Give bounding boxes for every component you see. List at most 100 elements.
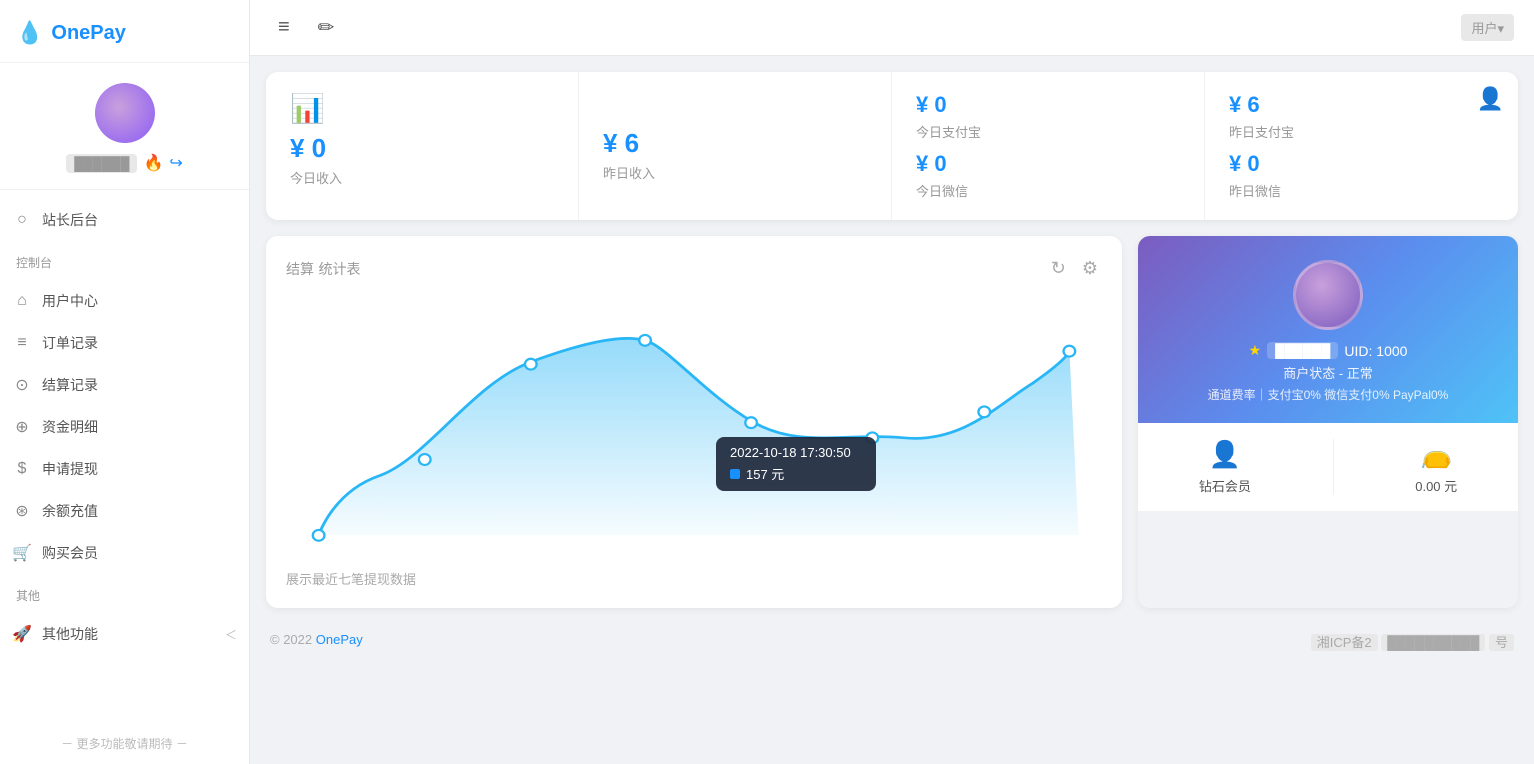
star-icon: ★ <box>1249 342 1262 359</box>
chart-bar-icon: 📊 <box>290 92 554 125</box>
vip-icon: 🛒 <box>12 543 32 563</box>
nav-user-center-label: 用户中心 <box>42 291 98 311</box>
topbar: ≡ ✏ 用户▾ <box>250 0 1534 56</box>
stat-yesterday-channels: 👤 ¥ 6 昨日支付宝 ¥ 0 昨日微信 <box>1205 72 1518 220</box>
chart-section: 结算 统计表 ↻ ⚙ <box>266 236 1518 608</box>
withdraw-icon: $ <box>12 460 32 478</box>
nav-vip-label: 购买会员 <box>42 543 98 563</box>
sidebar-item-recharge[interactable]: ⊛ 余额充值 <box>0 491 249 531</box>
chart-point-7[interactable] <box>1064 346 1076 357</box>
chart-card: 结算 统计表 ↻ ⚙ <box>266 236 1122 608</box>
profile-avatar <box>1293 260 1363 330</box>
page-content: 📊 ¥ 0 今日收入 ¥ 6 昨日收入 ¥ 0 今日支付宝 <box>250 56 1534 764</box>
chart-refresh-button[interactable]: ↻ <box>1047 256 1070 281</box>
chart-header: 结算 统计表 ↻ ⚙ <box>286 256 1102 281</box>
recharge-icon: ⊛ <box>12 501 32 521</box>
user-area: ██████ 🔥 ↪ <box>0 63 249 190</box>
profile-bottom: 👤 钻石会员 👝 0.00 元 <box>1138 423 1518 511</box>
icp-number: ██████████ <box>1381 634 1485 651</box>
sidebar-item-user-center[interactable]: ⌂ 用户中心 <box>0 281 249 321</box>
profile-card: ★ ██████ UID: 1000 商户状态 - 正常 通道费率｜支付宝0% … <box>1138 236 1518 608</box>
today-wechat-label: 今日微信 <box>916 181 1180 200</box>
chart-point-1[interactable] <box>419 454 431 465</box>
topbar-user-menu[interactable]: 用户▾ <box>1461 14 1514 41</box>
chart-actions: ↻ ⚙ <box>1047 256 1102 281</box>
chart-title: 结算 统计表 <box>286 259 360 279</box>
footer-icp: 湘ICP备2 ██████████ 号 <box>1311 632 1514 651</box>
sidebar-footer: － 更多功能敬请期待 － <box>0 723 249 764</box>
chart-point-0[interactable] <box>313 530 325 541</box>
other-section: 其他 <box>0 575 249 614</box>
orders-icon: ≡ <box>12 334 32 352</box>
today-wechat-amount: ¥ 0 <box>916 151 1180 177</box>
membership-icon: 👤 <box>1209 439 1241 470</box>
nav-orders-label: 订单记录 <box>42 333 98 353</box>
chart-wrapper: 2022-10-18 17:30:50 157 元 <box>286 297 1102 557</box>
chart-title-main: 结算 <box>286 261 314 277</box>
today-income-amount: ¥ 0 <box>290 133 554 164</box>
profile-banner: ★ ██████ UID: 1000 商户状态 - 正常 通道费率｜支付宝0% … <box>1138 236 1518 423</box>
today-alipay-amount: ¥ 0 <box>916 92 1180 118</box>
sidebar-footer-text: － 更多功能敬请期待 － <box>61 737 188 751</box>
profile-stat-membership[interactable]: 👤 钻石会员 <box>1199 439 1251 495</box>
sidebar-item-orders[interactable]: ≡ 订单记录 <box>0 323 249 363</box>
menu-toggle-button[interactable]: ≡ <box>270 11 298 44</box>
profile-status: 商户状态 - 正常 <box>1283 363 1373 382</box>
membership-label: 钻石会员 <box>1199 476 1251 495</box>
funds-icon: ⊕ <box>12 417 32 437</box>
edit-button[interactable]: ✏ <box>310 11 343 44</box>
sidebar: 💧 OnePay ██████ 🔥 ↪ ○ 站长后台 控制台 <box>0 0 250 764</box>
nav-recharge-label: 余额充值 <box>42 501 98 521</box>
avatar <box>95 83 155 143</box>
rocket-icon: 🚀 <box>12 624 32 644</box>
copyright-text: © 2022 <box>270 632 312 647</box>
today-income-label: 今日收入 <box>290 168 554 187</box>
sidebar-item-admin[interactable]: ○ 站长后台 <box>0 200 249 240</box>
logout-icon[interactable]: ↪ <box>169 153 182 173</box>
nav-withdraw-label: 申请提现 <box>42 459 98 479</box>
section-title: 控制台 <box>16 254 233 271</box>
main-content: ≡ ✏ 用户▾ 📊 ¥ 0 今日收入 ¥ 6 昨 <box>250 0 1534 764</box>
profile-divider <box>1333 439 1334 495</box>
chart-title-sub: 统计表 <box>318 261 360 277</box>
profile-rates: 通道费率｜支付宝0% 微信支付0% PayPal0% <box>1208 386 1449 403</box>
stats-row: 📊 ¥ 0 今日收入 ¥ 6 昨日收入 ¥ 0 今日支付宝 <box>266 72 1518 220</box>
chevron-right-icon: ＜ <box>225 626 237 643</box>
fire-icon[interactable]: 🔥 <box>143 153 163 173</box>
chart-point-3[interactable] <box>639 335 651 346</box>
nav-funds-label: 资金明细 <box>42 417 98 437</box>
stat-today-channels: ¥ 0 今日支付宝 ¥ 0 今日微信 <box>892 72 1205 220</box>
icp-text: 湘ICP备2 ██████████ 号 <box>1311 634 1514 651</box>
chart-svg <box>286 297 1102 557</box>
person-icon: 👤 <box>1477 86 1504 112</box>
sidebar-item-settlements[interactable]: ⊙ 结算记录 <box>0 365 249 405</box>
stat-yesterday-income: ¥ 6 昨日收入 <box>579 72 892 220</box>
yesterday-income-amount: ¥ 6 <box>603 128 867 159</box>
yesterday-alipay-label: 昨日支付宝 <box>1229 122 1494 141</box>
sidebar-admin-label: 站长后台 <box>42 210 98 230</box>
sidebar-item-vip[interactable]: 🛒 购买会员 <box>0 533 249 573</box>
chart-point-4[interactable] <box>745 417 757 428</box>
chart-settings-button[interactable]: ⚙ <box>1078 256 1102 281</box>
sidebar-item-more-features[interactable]: 🚀 其他功能 ＜ <box>0 614 249 654</box>
chart-footer: 展示最近七笔提现数据 <box>286 569 1102 588</box>
yesterday-wechat-label: 昨日微信 <box>1229 181 1494 200</box>
sidebar-header: 💧 OnePay <box>0 0 249 63</box>
sidebar-item-withdraw[interactable]: $ 申请提现 <box>0 449 249 489</box>
other-section-title: 其他 <box>16 587 233 604</box>
footer-copyright: © 2022 OnePay <box>270 632 363 651</box>
topbar-right: 用户▾ <box>1461 14 1514 41</box>
yesterday-alipay-amount: ¥ 6 <box>1229 92 1494 118</box>
yesterday-income-label: 昨日收入 <box>603 163 867 182</box>
profile-uid-row: ★ ██████ UID: 1000 <box>1249 342 1408 359</box>
chart-point-2[interactable] <box>525 359 537 370</box>
chart-point-6[interactable] <box>978 406 990 417</box>
profile-stat-balance[interactable]: 👝 0.00 元 <box>1415 439 1457 495</box>
logo: 💧 OnePay <box>16 20 233 46</box>
topbar-left: ≡ ✏ <box>270 11 342 44</box>
user-info: ██████ 🔥 ↪ <box>66 153 183 173</box>
chart-point-5[interactable] <box>867 432 879 443</box>
sidebar-item-funds[interactable]: ⊕ 资金明细 <box>0 407 249 447</box>
admin-icon: ○ <box>12 211 32 229</box>
footer-brand: OnePay <box>316 632 363 647</box>
